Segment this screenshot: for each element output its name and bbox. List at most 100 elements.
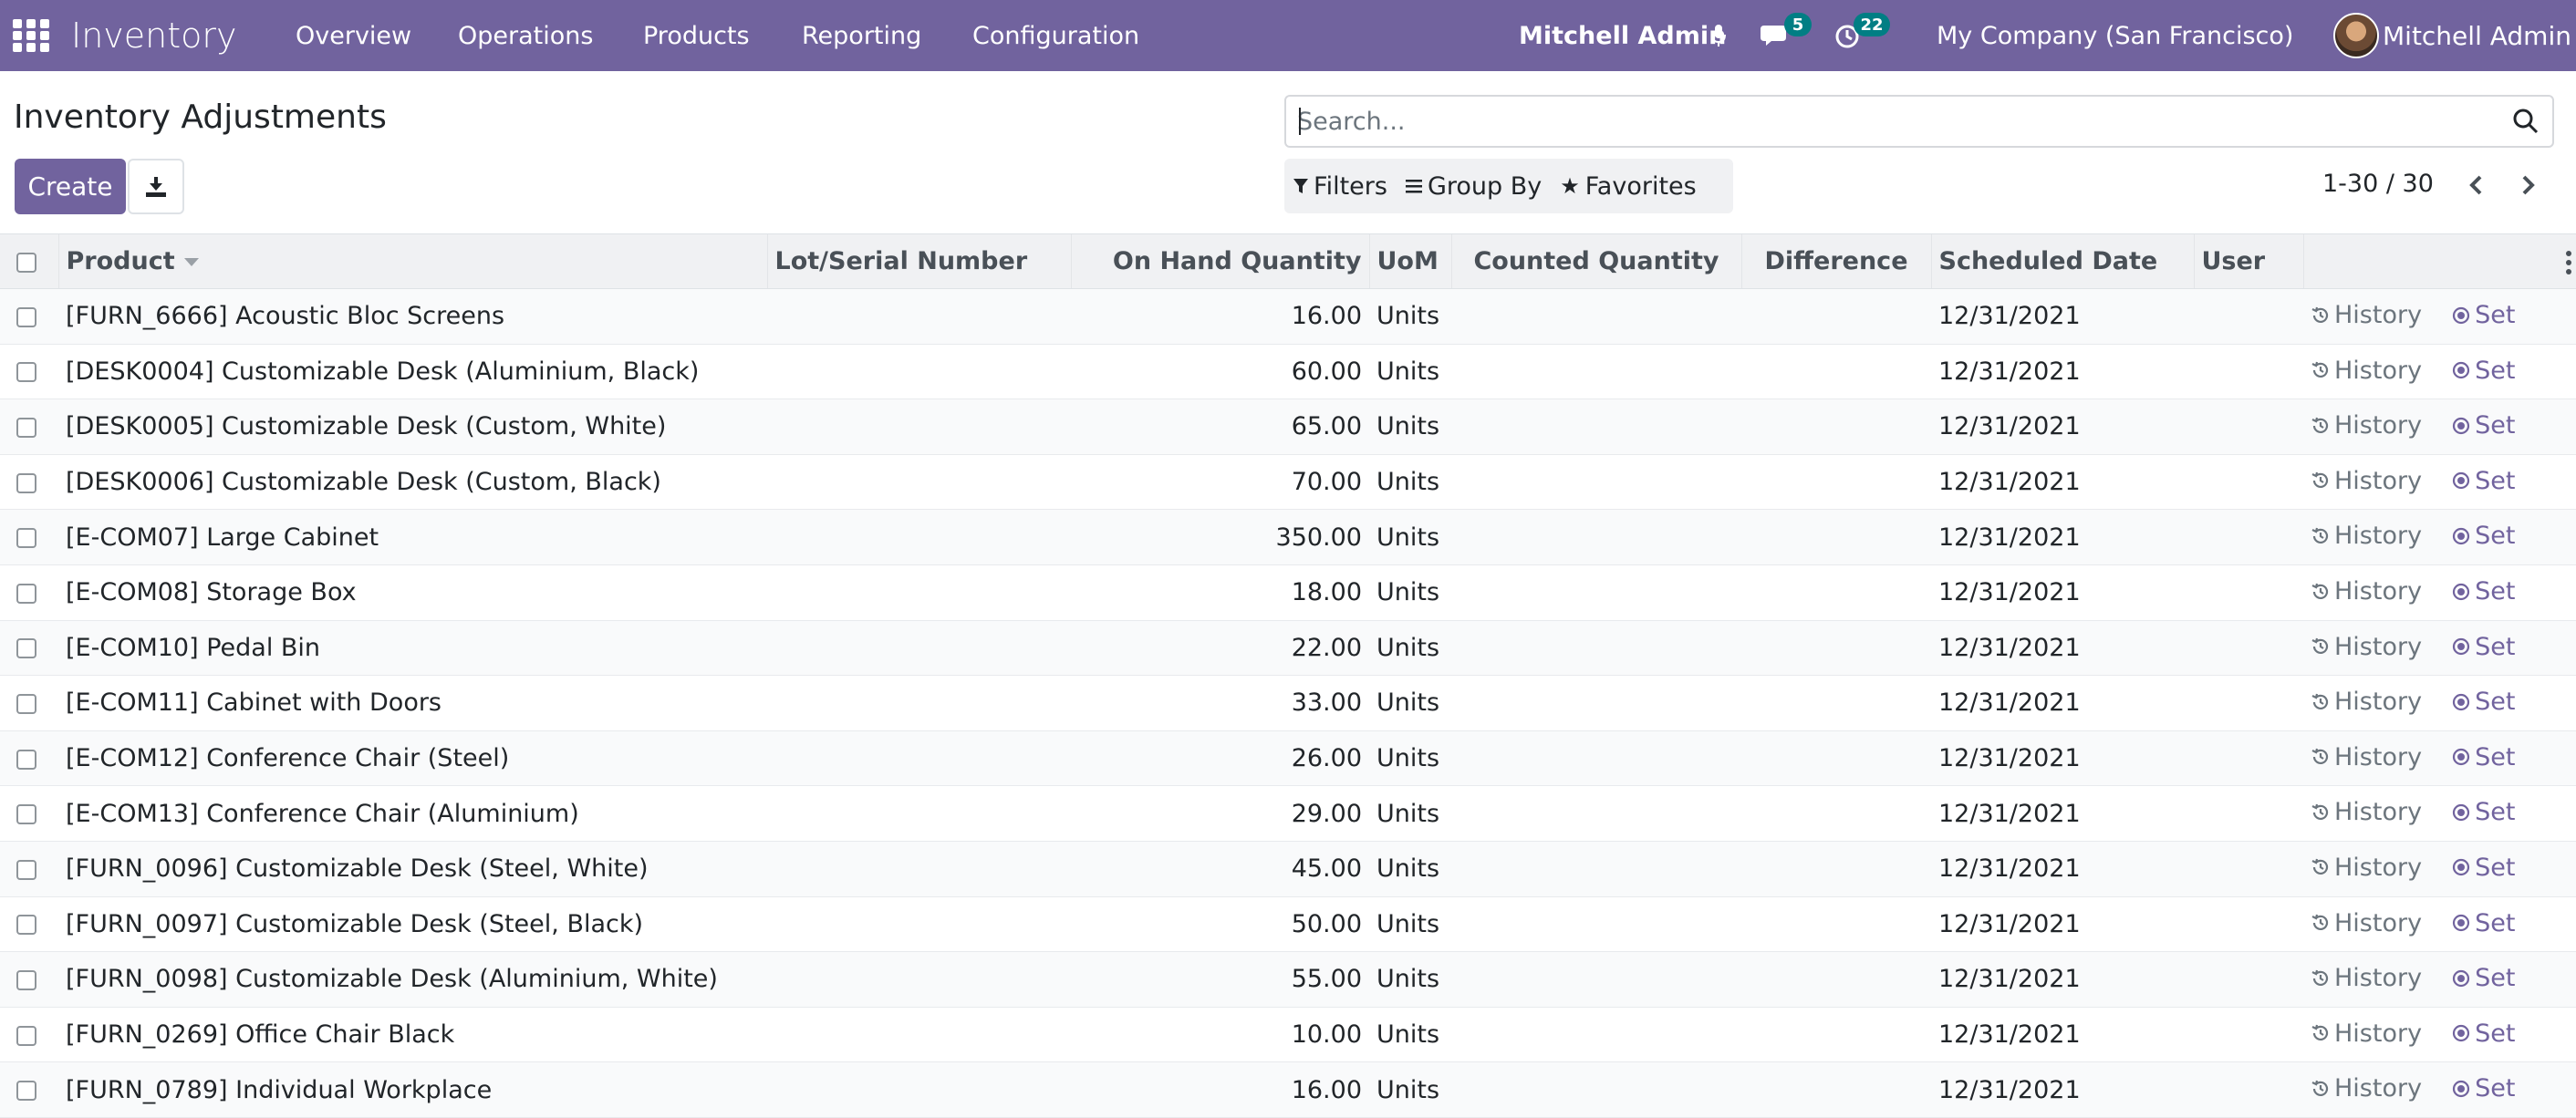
row-checkbox[interactable] bbox=[16, 306, 36, 327]
history-button[interactable]: History bbox=[2311, 798, 2422, 826]
lot-cell[interactable] bbox=[767, 564, 1071, 621]
scheduled-date-cell[interactable]: 12/31/2021 bbox=[1931, 288, 2194, 345]
row-checkbox[interactable] bbox=[16, 1025, 36, 1046]
filters-button[interactable]: Filters bbox=[1284, 172, 1397, 201]
history-button[interactable]: History bbox=[2311, 1074, 2422, 1102]
row-checkbox[interactable] bbox=[16, 1081, 36, 1102]
table-row[interactable]: [DESK0004] Customizable Desk (Aluminium,… bbox=[0, 344, 2576, 400]
row-checkbox[interactable] bbox=[16, 638, 36, 659]
product-cell[interactable]: [E-COM07] Large Cabinet bbox=[58, 509, 767, 565]
user-cell[interactable] bbox=[2194, 841, 2303, 897]
column-uom[interactable]: UoM bbox=[1368, 233, 1451, 289]
select-all-checkbox[interactable] bbox=[16, 252, 36, 273]
column-lot[interactable]: Lot/Serial Number bbox=[766, 233, 1071, 289]
on-hand-cell[interactable]: 16.00 bbox=[1071, 1061, 1369, 1118]
product-cell[interactable]: [DESK0006] Customizable Desk (Custom, Bl… bbox=[58, 454, 767, 511]
scheduled-date-cell[interactable]: 12/31/2021 bbox=[1931, 454, 2194, 511]
lot-cell[interactable] bbox=[767, 951, 1071, 1008]
scheduled-date-cell[interactable]: 12/31/2021 bbox=[1931, 1061, 2194, 1118]
row-checkbox[interactable] bbox=[16, 859, 36, 880]
history-button[interactable]: History bbox=[2311, 301, 2422, 329]
counted-cell[interactable] bbox=[1451, 841, 1741, 897]
on-hand-cell[interactable]: 50.00 bbox=[1071, 896, 1369, 953]
microphone-icon[interactable] bbox=[1711, 0, 1729, 71]
counted-cell[interactable] bbox=[1451, 896, 1741, 953]
counted-cell[interactable] bbox=[1451, 620, 1741, 677]
table-row[interactable]: [E-COM11] Cabinet with Doors 33.00 Units 12… bbox=[0, 675, 2576, 731]
user-cell[interactable] bbox=[2194, 620, 2303, 677]
set-button[interactable]: Set bbox=[2451, 1074, 2515, 1102]
scheduled-date-cell[interactable]: 12/31/2021 bbox=[1931, 564, 2194, 621]
pager-next-icon[interactable] bbox=[2512, 170, 2543, 201]
product-cell[interactable]: [E-COM11] Cabinet with Doors bbox=[58, 675, 767, 731]
product-cell[interactable]: [E-COM10] Pedal Bin bbox=[58, 620, 767, 677]
user-cell[interactable] bbox=[2194, 564, 2303, 621]
set-button[interactable]: Set bbox=[2451, 909, 2515, 937]
lot-cell[interactable] bbox=[767, 1007, 1071, 1063]
history-button[interactable]: History bbox=[2311, 357, 2422, 385]
history-button[interactable]: History bbox=[2311, 411, 2422, 440]
row-checkbox[interactable] bbox=[16, 583, 36, 604]
optional-columns-icon[interactable] bbox=[2565, 251, 2572, 274]
table-row[interactable]: [E-COM10] Pedal Bin 22.00 Units 12/31/2021 H… bbox=[0, 620, 2576, 677]
user-cell[interactable] bbox=[2194, 454, 2303, 511]
history-button[interactable]: History bbox=[2311, 522, 2422, 550]
scheduled-date-cell[interactable]: 12/31/2021 bbox=[1931, 841, 2194, 897]
column-on-hand[interactable]: On Hand Quantity bbox=[1070, 233, 1369, 289]
on-hand-cell[interactable]: 60.00 bbox=[1071, 344, 1369, 400]
user-cell[interactable] bbox=[2194, 344, 2303, 400]
scheduled-date-cell[interactable]: 12/31/2021 bbox=[1931, 896, 2194, 953]
table-row[interactable]: [E-COM07] Large Cabinet 350.00 Units 12/31/… bbox=[0, 509, 2576, 565]
counted-cell[interactable] bbox=[1451, 1061, 1741, 1118]
on-hand-cell[interactable]: 65.00 bbox=[1071, 399, 1369, 455]
user-cell[interactable] bbox=[2194, 730, 2303, 787]
set-button[interactable]: Set bbox=[2451, 633, 2515, 661]
pager-value[interactable]: 1-30 / 30 bbox=[2322, 170, 2434, 198]
search-box[interactable] bbox=[1284, 95, 2554, 148]
user-cell[interactable] bbox=[2194, 288, 2303, 345]
counted-cell[interactable] bbox=[1451, 730, 1741, 787]
table-row[interactable]: [FURN_0269] Office Chair Black 10.00 Units… bbox=[0, 1007, 2576, 1063]
set-button[interactable]: Set bbox=[2451, 743, 2515, 771]
table-row[interactable]: [E-COM12] Conference Chair (Steel) 26.00 U… bbox=[0, 730, 2576, 787]
counted-cell[interactable] bbox=[1451, 675, 1741, 731]
on-hand-cell[interactable]: 18.00 bbox=[1071, 564, 1369, 621]
lot-cell[interactable] bbox=[767, 454, 1071, 511]
set-button[interactable]: Set bbox=[2451, 798, 2515, 826]
counted-cell[interactable] bbox=[1451, 785, 1741, 842]
set-button[interactable]: Set bbox=[2451, 577, 2515, 606]
company-switcher[interactable]: My Company (San Francisco) bbox=[1937, 0, 2293, 71]
scheduled-date-cell[interactable]: 12/31/2021 bbox=[1931, 785, 2194, 842]
lot-cell[interactable] bbox=[767, 1061, 1071, 1118]
history-button[interactable]: History bbox=[2311, 909, 2422, 937]
lot-cell[interactable] bbox=[767, 509, 1071, 565]
user-cell[interactable] bbox=[2194, 785, 2303, 842]
counted-cell[interactable] bbox=[1451, 399, 1741, 455]
on-hand-cell[interactable]: 22.00 bbox=[1071, 620, 1369, 677]
table-row[interactable]: [FURN_0097] Customizable Desk (Steel, Bl… bbox=[0, 896, 2576, 953]
user-avatar[interactable] bbox=[2333, 0, 2381, 71]
set-button[interactable]: Set bbox=[2451, 357, 2515, 385]
counted-cell[interactable] bbox=[1451, 344, 1741, 400]
product-cell[interactable]: [FURN_0098] Customizable Desk (Aluminium… bbox=[58, 951, 767, 1008]
scheduled-date-cell[interactable]: 12/31/2021 bbox=[1931, 509, 2194, 565]
on-hand-cell[interactable]: 45.00 bbox=[1071, 841, 1369, 897]
counted-cell[interactable] bbox=[1451, 564, 1741, 621]
group-by-button[interactable]: Group By bbox=[1397, 172, 1551, 201]
apps-menu-icon[interactable] bbox=[13, 0, 49, 71]
lot-cell[interactable] bbox=[767, 344, 1071, 400]
product-cell[interactable]: [FURN_0097] Customizable Desk (Steel, Bl… bbox=[58, 896, 767, 953]
history-button[interactable]: History bbox=[2311, 688, 2422, 716]
set-button[interactable]: Set bbox=[2451, 467, 2515, 495]
lot-cell[interactable] bbox=[767, 785, 1071, 842]
counted-cell[interactable] bbox=[1451, 454, 1741, 511]
row-checkbox[interactable] bbox=[16, 362, 36, 383]
user-cell[interactable] bbox=[2194, 675, 2303, 731]
set-button[interactable]: Set bbox=[2451, 411, 2515, 440]
table-row[interactable]: [E-COM08] Storage Box 18.00 Units 12/31/202… bbox=[0, 564, 2576, 621]
lot-cell[interactable] bbox=[767, 399, 1071, 455]
table-row[interactable]: [FURN_0098] Customizable Desk (Aluminium… bbox=[0, 951, 2576, 1008]
history-button[interactable]: History bbox=[2311, 1020, 2422, 1048]
menu-reporting[interactable]: Reporting bbox=[802, 0, 921, 71]
create-button[interactable]: Create bbox=[15, 159, 126, 214]
